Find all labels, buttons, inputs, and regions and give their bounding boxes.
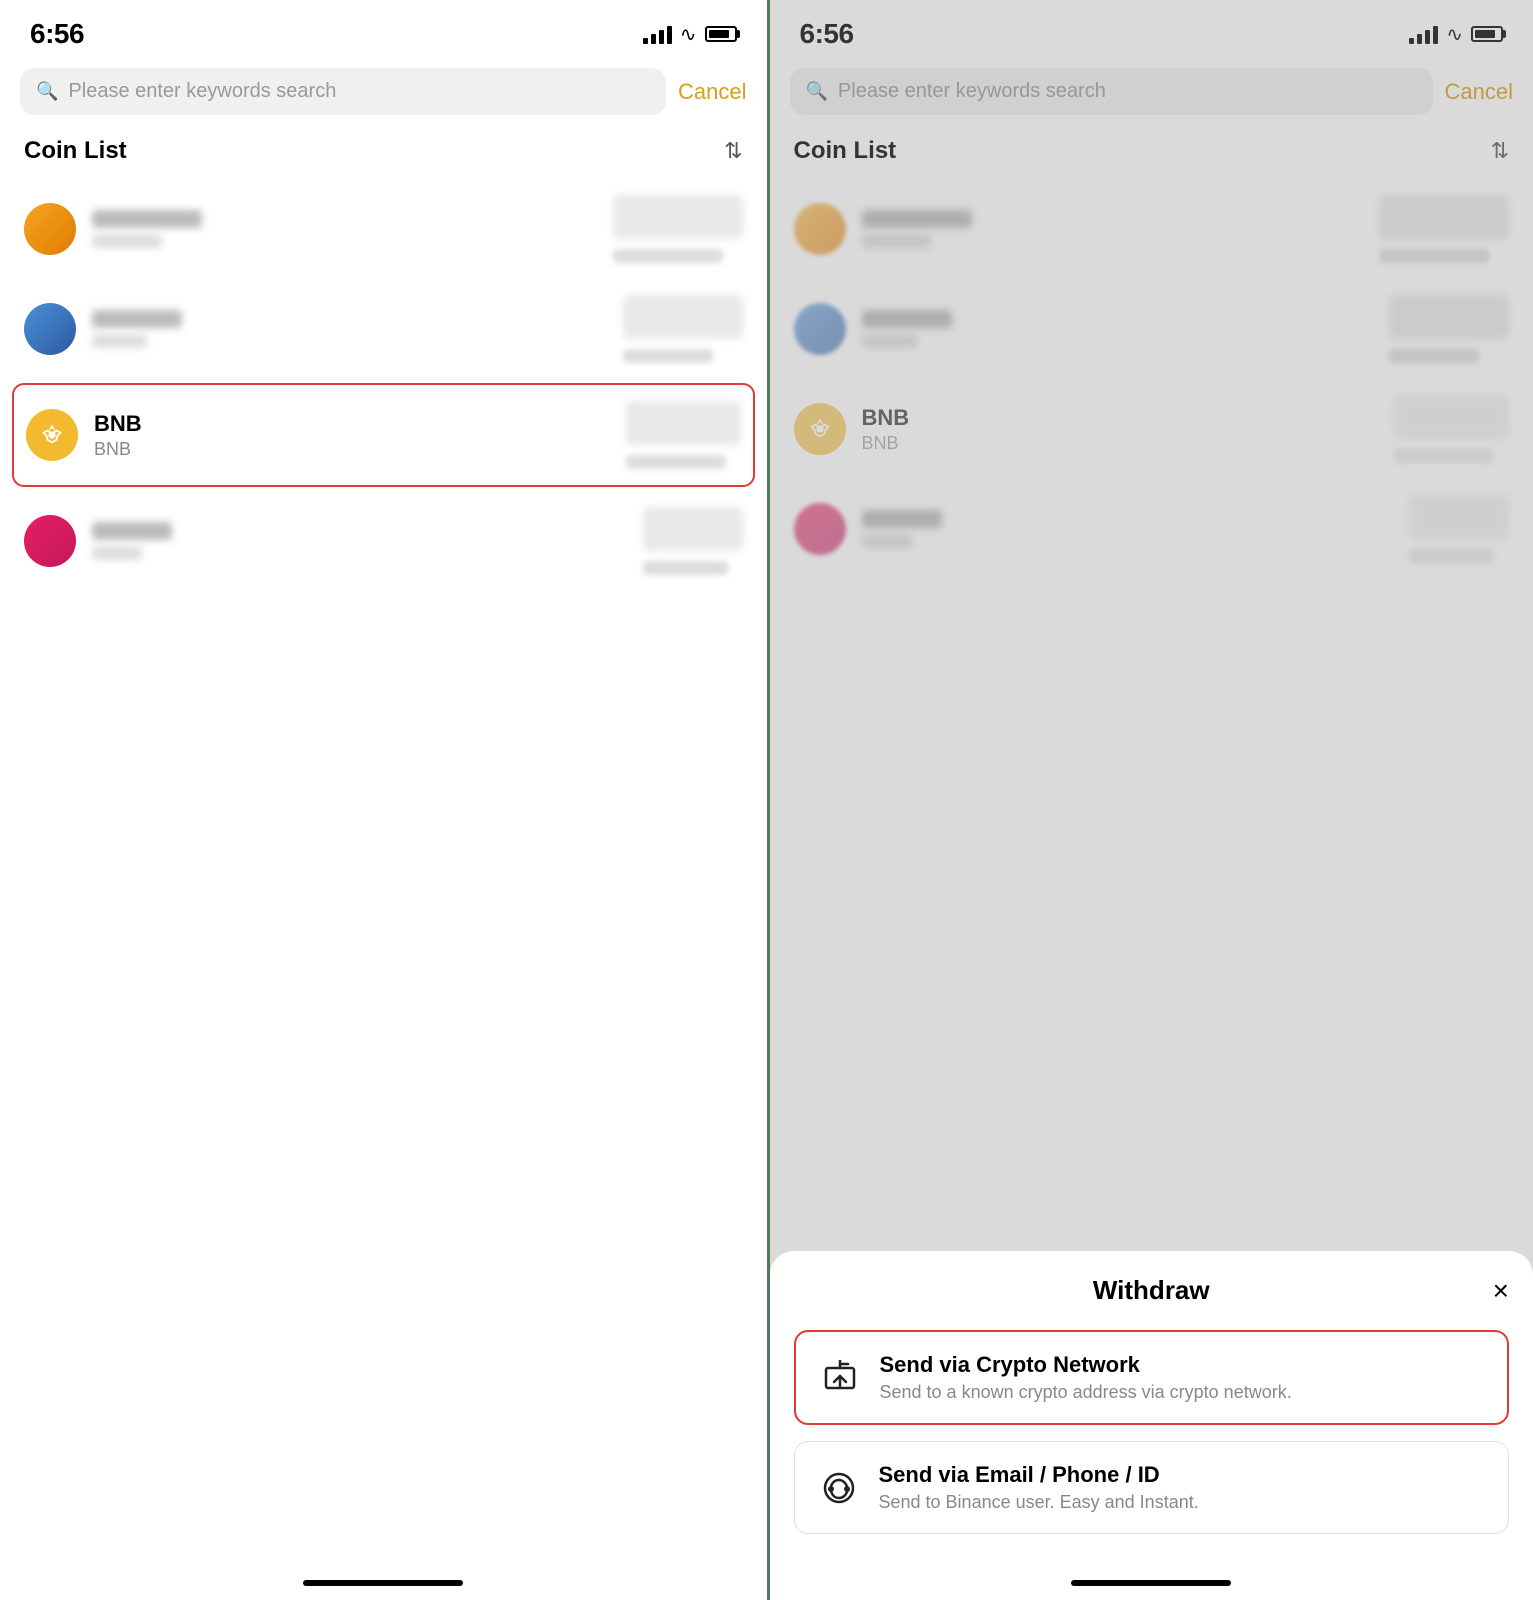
left-bnb-symbol: BNB	[94, 439, 610, 460]
right-sort-icon[interactable]: ⇅	[1491, 138, 1509, 164]
email-phone-icon	[815, 1464, 863, 1512]
right-coin-info-2	[862, 310, 1374, 348]
right-signal-icon	[1409, 24, 1438, 44]
left-list-header: Coin List ⇅	[0, 127, 767, 179]
left-cancel-button[interactable]: Cancel	[678, 79, 746, 105]
right-coin-item-bnb[interactable]: BNB BNB	[770, 379, 1533, 479]
email-option-text: Send via Email / Phone / ID Send to Bina…	[879, 1462, 1489, 1513]
sheet-header: Withdraw ×	[794, 1275, 1510, 1306]
left-coin-info-4	[92, 522, 627, 560]
sheet-title: Withdraw	[1093, 1275, 1210, 1306]
left-bnb-info: BNB BNB	[94, 411, 610, 460]
email-phone-option[interactable]: Send via Email / Phone / ID Send to Bina…	[794, 1441, 1510, 1534]
right-coin-info-4	[862, 510, 1394, 548]
left-list-title: Coin List	[24, 137, 127, 165]
left-search-bar[interactable]: 🔍 Please enter keywords search	[20, 68, 666, 115]
crypto-option-text: Send via Crypto Network Send to a known …	[880, 1352, 1488, 1403]
email-option-desc: Send to Binance user. Easy and Instant.	[879, 1492, 1489, 1513]
left-coin-info-2	[92, 310, 607, 348]
left-search-placeholder: Please enter keywords search	[68, 80, 336, 103]
right-battery-icon	[1471, 26, 1503, 42]
right-phone-panel: 6:56 ∿ 🔍 Please enter keywords search Ca…	[767, 0, 1533, 1600]
right-bnb-avatar	[794, 403, 846, 455]
right-search-icon: 🔍	[806, 81, 828, 102]
right-list-header: Coin List ⇅	[770, 127, 1533, 179]
right-coin-item-1[interactable]	[770, 179, 1533, 279]
right-list-title: Coin List	[794, 137, 897, 165]
right-coin-avatar-2	[794, 303, 846, 355]
right-search-bar[interactable]: 🔍 Please enter keywords search	[790, 68, 1433, 115]
left-bnb-avatar	[26, 409, 78, 461]
right-home-indicator	[1071, 1580, 1231, 1586]
left-sort-icon[interactable]: ⇅	[724, 138, 742, 164]
right-status-bar: 6:56 ∿	[770, 0, 1533, 60]
right-bottom-sheet: Withdraw × Send via Crypto Network Send …	[770, 1251, 1533, 1600]
left-coin-item-2[interactable]	[0, 279, 767, 379]
right-wifi-icon: ∿	[1446, 22, 1463, 47]
left-bnb-name: BNB	[94, 411, 610, 437]
left-coin-list: BNB BNB	[0, 179, 767, 1600]
crypto-option-desc: Send to a known crypto address via crypt…	[880, 1382, 1488, 1403]
email-option-title: Send via Email / Phone / ID	[879, 1462, 1489, 1488]
right-bnb-symbol: BNB	[862, 433, 1379, 454]
right-status-time: 6:56	[800, 18, 854, 50]
right-status-icons: ∿	[1409, 22, 1503, 47]
right-coin-avatar-1	[794, 203, 846, 255]
left-coin-avatar-4	[24, 515, 76, 567]
left-coin-avatar-2	[24, 303, 76, 355]
left-coin-item-4[interactable]	[0, 491, 767, 591]
right-bnb-info: BNB BNB	[862, 405, 1379, 454]
left-coin-avatar-1	[24, 203, 76, 255]
left-signal-icon	[643, 24, 672, 44]
left-coin-item-bnb[interactable]: BNB BNB	[12, 383, 755, 487]
right-coin-info-1	[862, 210, 1364, 248]
crypto-network-option[interactable]: Send via Crypto Network Send to a known …	[794, 1330, 1510, 1425]
left-battery-icon	[705, 26, 737, 42]
right-coin-avatar-4	[794, 503, 846, 555]
left-coin-item-1[interactable]	[0, 179, 767, 279]
left-home-indicator	[303, 1580, 463, 1586]
left-status-bar: 6:56 ∿	[0, 0, 767, 60]
left-wifi-icon: ∿	[680, 22, 697, 47]
right-search-container: 🔍 Please enter keywords search Cancel	[770, 60, 1533, 127]
left-phone-panel: 6:56 ∿ 🔍 Please enter keywords search Ca…	[0, 0, 767, 1600]
left-status-time: 6:56	[30, 18, 84, 50]
right-coin-item-2[interactable]	[770, 279, 1533, 379]
sheet-close-button[interactable]: ×	[1493, 1275, 1509, 1307]
crypto-network-icon	[816, 1354, 864, 1402]
left-search-container: 🔍 Please enter keywords search Cancel	[0, 60, 767, 127]
right-cancel-button[interactable]: Cancel	[1445, 79, 1513, 105]
left-coin-info-1	[92, 210, 597, 248]
crypto-option-title: Send via Crypto Network	[880, 1352, 1488, 1378]
right-coin-item-4[interactable]	[770, 479, 1533, 579]
right-bnb-name: BNB	[862, 405, 1379, 431]
left-search-icon: 🔍	[36, 81, 58, 102]
left-status-icons: ∿	[643, 22, 737, 47]
right-search-placeholder: Please enter keywords search	[838, 80, 1106, 103]
